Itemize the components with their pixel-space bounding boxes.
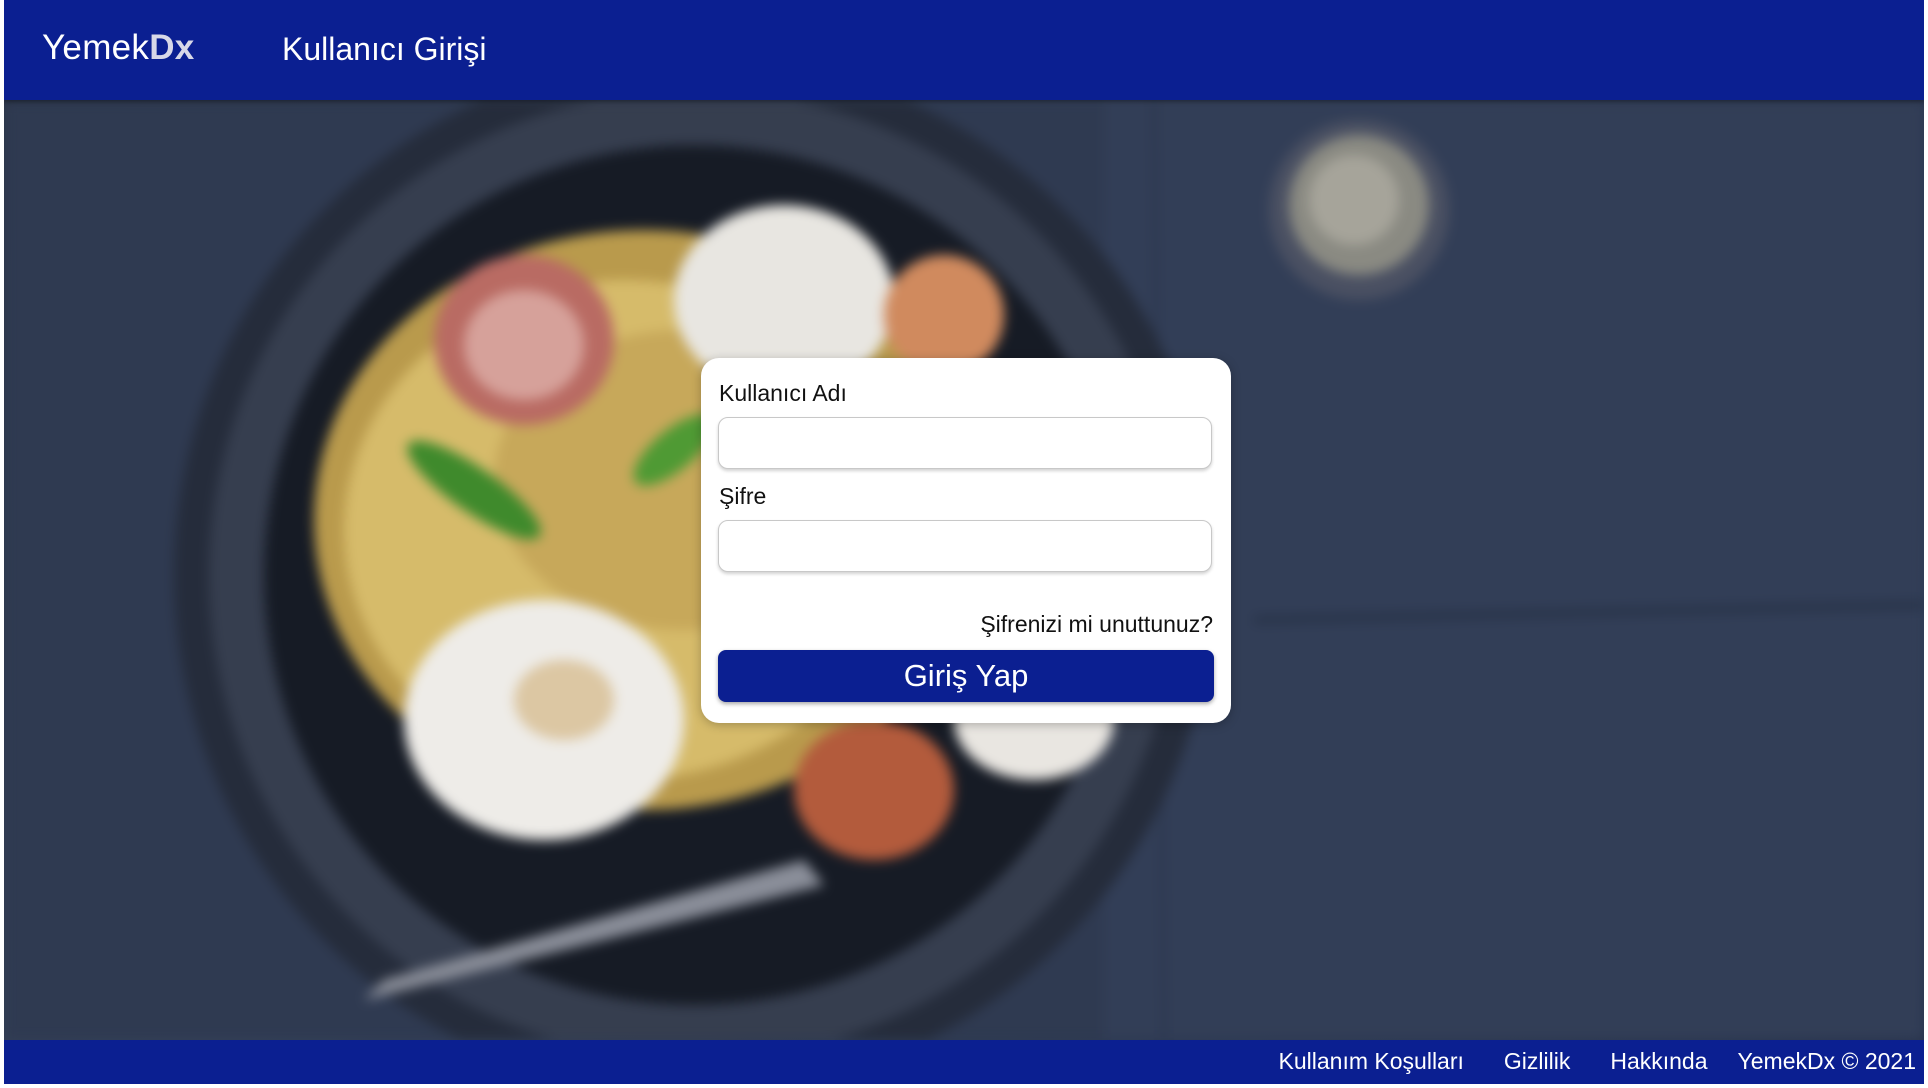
footer-bar: Kullanım Koşulları Gizlilik Hakkında Yem… [4,1040,1924,1084]
footer-copyright: YemekDx © 2021 [1737,1048,1916,1074]
brand-logo-light: Yemek [42,28,150,67]
page-title: Kullanıcı Girişi [282,31,487,67]
footer-link-privacy[interactable]: Gizlilik [1504,1048,1570,1075]
login-card: Kullanıcı Adı Şifre Şifrenizi mi unuttun… [701,358,1231,723]
app-window: YemekDx Kullanıcı Girişi Kullanıcı Adı Ş… [4,0,1924,1084]
footer-link-terms[interactable]: Kullanım Koşulları [1279,1048,1464,1075]
footer-links: Kullanım Koşulları Gizlilik Hakkında Yem… [1239,1048,1916,1075]
login-button[interactable]: Giriş Yap [718,650,1214,702]
top-navbar: YemekDx Kullanıcı Girişi [4,0,1924,100]
brand-logo-bold: Dx [149,28,195,67]
username-input[interactable] [718,417,1212,469]
username-label: Kullanıcı Adı [719,380,847,406]
password-label: Şifre [719,483,767,509]
password-input[interactable] [718,520,1212,572]
footer-link-about[interactable]: Hakkında [1610,1048,1707,1075]
brand-logo[interactable]: YemekDx [42,28,195,68]
forgot-password-link[interactable]: Şifrenizi mi unuttunuz? [980,611,1213,638]
